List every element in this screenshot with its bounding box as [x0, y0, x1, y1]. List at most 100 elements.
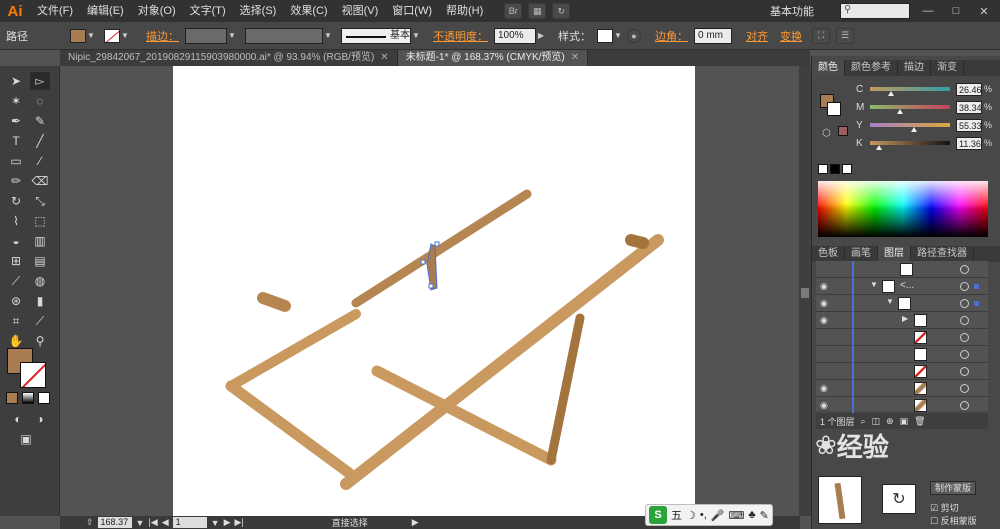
yellow-slider[interactable]: Y 55.33 % — [856, 118, 992, 132]
chair-bar-top[interactable] — [351, 189, 532, 308]
target-icon[interactable] — [960, 333, 969, 342]
channel-value[interactable]: 26.46 — [956, 82, 982, 96]
target-icon[interactable] — [960, 350, 969, 359]
zoom-field[interactable]: 168.37 — [97, 517, 132, 528]
out-of-gamut-icon[interactable]: ⬡ — [822, 128, 831, 139]
canvas[interactable] — [61, 66, 799, 516]
selection-tool-icon[interactable]: ➤ — [6, 72, 26, 90]
symbol-sprayer-tool-icon[interactable]: ⊛ — [6, 292, 26, 310]
menu-help[interactable]: 帮助(H) — [439, 0, 490, 22]
tab-layers[interactable]: 图层 — [878, 246, 911, 262]
chair-bar-end[interactable] — [625, 234, 649, 249]
cyan-slider[interactable]: C 26.46 % — [856, 82, 992, 96]
layer-row[interactable]: ◉ ▼ — [816, 295, 988, 312]
variable-width-field[interactable] — [245, 27, 323, 44]
last-page-icon[interactable]: ▶| — [235, 517, 244, 528]
layer-row[interactable]: ◉ — [816, 380, 988, 397]
white-swatch[interactable] — [842, 164, 852, 174]
draw-inside-icon[interactable]: ◑ — [30, 410, 50, 428]
draw-mode-icon[interactable]: ◐ — [8, 410, 28, 428]
direct-selection-tool-icon[interactable]: ▻ — [30, 72, 50, 90]
panel-menu-icon[interactable]: ☰ — [836, 27, 854, 44]
chevron-down-icon[interactable]: ▼ — [136, 518, 145, 528]
rotate-tool-icon[interactable]: ↻ — [6, 192, 26, 210]
tab-pathfinder[interactable]: 路径查找器 — [911, 246, 974, 262]
voice-icon[interactable]: 🎤 — [711, 509, 725, 522]
workspace-switcher[interactable]: 基本功能 — [770, 3, 814, 19]
tab-gradient[interactable]: 渐变 — [931, 60, 964, 76]
channel-value[interactable]: 38.34 — [956, 100, 982, 114]
slider-track[interactable] — [870, 87, 950, 91]
artboard-tool-icon[interactable]: ⌗ — [6, 312, 26, 330]
shape-builder-tool-icon[interactable]: ◒ — [6, 232, 26, 250]
menu-view[interactable]: 视图(V) — [335, 0, 386, 22]
pencil-tool-icon[interactable]: ✏ — [6, 172, 26, 190]
artwork[interactable] — [173, 66, 695, 516]
tab-brushes[interactable]: 画笔 — [845, 246, 878, 262]
disclosure-icon[interactable]: ▼ — [870, 280, 878, 289]
line-tool-icon[interactable]: ╱ — [30, 132, 50, 150]
bridge-button[interactable]: Br — [504, 3, 523, 19]
slider-track[interactable] — [870, 105, 950, 109]
target-icon[interactable] — [960, 401, 969, 410]
target-icon[interactable] — [960, 265, 969, 274]
ime-mode[interactable]: 五 — [671, 507, 682, 523]
search-input[interactable]: ⚲ — [840, 3, 910, 19]
close-icon[interactable]: ✕ — [571, 52, 579, 63]
black-swatch[interactable] — [830, 164, 840, 174]
chair-bar-left-upper[interactable] — [226, 309, 361, 391]
eye-icon[interactable]: ◉ — [820, 400, 832, 410]
rectangle-tool-icon[interactable]: ▭ — [6, 152, 26, 170]
menu-select[interactable]: 选择(S) — [233, 0, 284, 22]
disclosure-icon[interactable]: ▶ — [902, 314, 908, 323]
slider-knob[interactable] — [897, 109, 904, 114]
selection-indicator[interactable] — [974, 301, 979, 306]
prev-page-icon[interactable]: ◀ — [162, 517, 169, 528]
stroke-color-box[interactable] — [20, 362, 46, 388]
none-swatch[interactable] — [818, 164, 828, 174]
arrange-documents-icon[interactable]: ▦ — [528, 3, 547, 19]
chair-bar-stub[interactable] — [257, 292, 291, 312]
maximize-icon[interactable]: □ — [942, 0, 970, 22]
color-mode-button[interactable] — [6, 392, 18, 404]
target-icon[interactable] — [960, 367, 969, 376]
eye-icon[interactable]: ◉ — [820, 281, 832, 291]
tab-document-1[interactable]: Nipic_29842067_20190829115903980000.ai* … — [60, 50, 398, 66]
chevron-down-icon[interactable]: ▼ — [86, 29, 96, 43]
invert-mask-checkbox[interactable]: ☐ 反相蒙版 — [930, 514, 977, 527]
minimize-icon[interactable]: — — [914, 0, 942, 22]
perspective-grid-tool-icon[interactable]: ▥ — [30, 232, 50, 250]
brush-definition-field[interactable]: 基本 — [341, 27, 411, 44]
first-page-icon[interactable]: |◀ — [148, 517, 157, 528]
anchor-point[interactable] — [434, 241, 440, 247]
share-icon[interactable]: ⇪ — [86, 517, 94, 528]
lasso-tool-icon[interactable]: ◌ — [30, 92, 50, 110]
menu-window[interactable]: 窗口(W) — [385, 0, 439, 22]
zoom-tool-icon[interactable]: ⚲ — [30, 332, 50, 350]
pen-tool-icon[interactable]: ✒ — [6, 112, 26, 130]
mask-thumbnail[interactable]: ↻ — [882, 484, 916, 514]
width-tool-icon[interactable]: ⌇ — [6, 212, 26, 230]
tools-icon[interactable]: ✎ — [760, 509, 769, 522]
chevron-down-icon[interactable]: ▼ — [411, 29, 421, 43]
keyboard-icon[interactable]: ⌨ — [729, 509, 745, 522]
eye-icon[interactable]: ◉ — [820, 383, 832, 393]
graphic-style-swatch[interactable] — [597, 28, 613, 43]
target-icon[interactable] — [960, 316, 969, 325]
scale-tool-icon[interactable]: ⤡ — [30, 192, 50, 210]
type-tool-icon[interactable]: T — [6, 132, 26, 150]
anchor-point[interactable] — [428, 283, 434, 289]
web-safe-swatch[interactable] — [838, 126, 848, 136]
isolate-icon[interactable]: ⛶ — [812, 27, 830, 44]
blend-tool-icon[interactable]: ◍ — [30, 272, 50, 290]
tab-swatches[interactable]: 色板 — [812, 246, 845, 262]
layer-row[interactable] — [816, 329, 988, 346]
close-icon[interactable]: ✕ — [970, 0, 998, 22]
chevron-down-icon[interactable]: ▼ — [323, 29, 333, 43]
eyedropper-tool-icon[interactable]: ⟋ — [6, 272, 26, 290]
tab-color-guide[interactable]: 颜色参考 — [845, 60, 898, 76]
channel-value[interactable]: 55.33 — [956, 118, 982, 132]
tab-color[interactable]: 颜色 — [812, 60, 845, 76]
skin-icon[interactable]: ♣ — [748, 509, 755, 521]
layer-row[interactable]: ◉ — [816, 397, 988, 414]
